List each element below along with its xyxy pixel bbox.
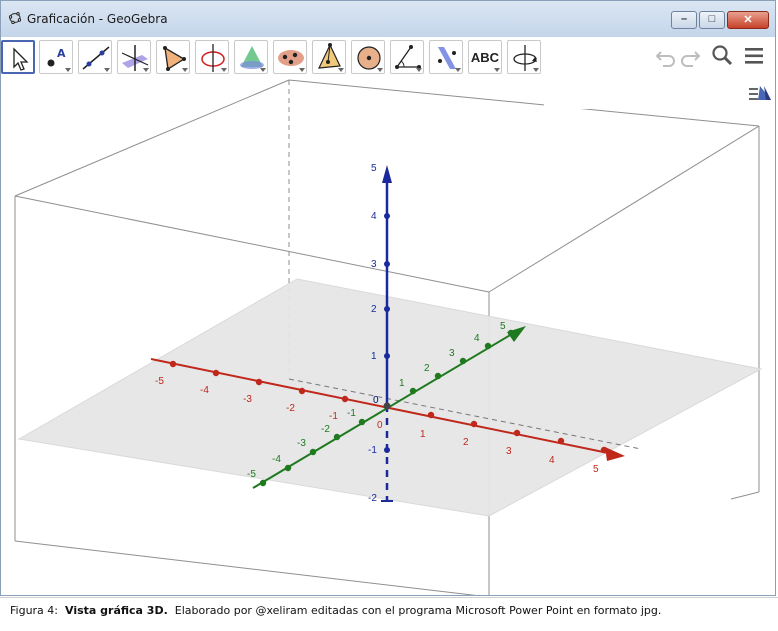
origin-point <box>383 402 391 410</box>
redo-icon[interactable] <box>679 41 701 71</box>
tool-move-button[interactable] <box>1 40 35 74</box>
tool-plane-button[interactable] <box>273 40 307 74</box>
z-axis-arrow-icon <box>382 165 392 183</box>
y-tick-label: -1 <box>347 408 356 419</box>
toolbar: A ABC <box>1 38 775 78</box>
tool-rotate-view-button[interactable] <box>507 40 541 74</box>
window-title: Graficación - GeoGebra <box>27 12 168 26</box>
y-tick-label: 4 <box>474 333 480 344</box>
maximize-icon: □ <box>708 13 716 25</box>
tool-line-button[interactable] <box>78 40 112 74</box>
x-tick-label: -5 <box>155 376 164 387</box>
caption-prefix: Figura 4: <box>10 604 59 617</box>
tool-circle-axis-button[interactable] <box>195 40 229 74</box>
tool-pyramid-button[interactable] <box>312 40 346 74</box>
tool-sphere-button[interactable] <box>351 40 385 74</box>
close-icon: ✕ <box>743 14 753 26</box>
minimize-icon: – <box>680 13 688 25</box>
y-tick-label: 2 <box>424 363 430 374</box>
tool-point-button[interactable]: A <box>39 40 73 74</box>
y-tick-label: -2 <box>321 424 330 435</box>
y-tick-label: 5 <box>500 321 506 332</box>
graphics-3d-view[interactable]: -5 -4 -3 -2 -1 0 1 2 3 4 5 -5 -4 -3 -2 -… <box>1 79 776 596</box>
caption-title: Vista gráfica 3D. <box>65 604 168 617</box>
title-bar[interactable]: Graficación - GeoGebra – □ ✕ <box>1 1 775 37</box>
y-tick-label: -3 <box>297 438 306 449</box>
z-tick-label: 5 <box>371 163 377 174</box>
menu-icon[interactable] <box>742 41 766 71</box>
x-tick-label: 1 <box>420 429 426 440</box>
y-tick-label: -4 <box>272 454 281 465</box>
xy-plane <box>17 278 763 517</box>
x-tick-label: 2 <box>463 437 469 448</box>
z-tick-label: 4 <box>371 211 377 222</box>
z-tick-label: -2 <box>368 493 377 504</box>
tool-angle-button[interactable] <box>390 40 424 74</box>
move-arrow-icon <box>13 47 29 71</box>
z-tick-label: 3 <box>371 259 377 270</box>
caption-text: Elaborado por @xeliram editadas con el p… <box>174 604 662 617</box>
tool-polygon-button[interactable] <box>156 40 190 74</box>
tool-perpendicular-button[interactable] <box>117 40 151 74</box>
x-tick-label: 5 <box>593 464 599 475</box>
z-tick-label: 1 <box>371 351 377 362</box>
x-axis-arrow-icon <box>605 447 625 461</box>
tool-reflect-button[interactable] <box>429 40 463 74</box>
geogebra-window: Graficación - GeoGebra – □ ✕ A ABC -5 -4… <box>0 0 776 596</box>
x-tick-label: -1 <box>329 411 338 422</box>
x-tick-label: 3 <box>506 446 512 457</box>
z-tick-label: 0 <box>373 395 379 406</box>
z-tick-label: -1 <box>368 445 377 456</box>
style-bar-panel <box>544 79 775 109</box>
window-controls: – □ ✕ <box>669 11 769 29</box>
x-tick-label: 0 <box>377 420 383 431</box>
x-tick-label: -4 <box>200 385 209 396</box>
figure-caption: Figura 4: Vista gráfica 3D. Elaborado po… <box>0 597 778 631</box>
x-tick-label: -3 <box>243 394 252 405</box>
z-tick-label: 2 <box>371 304 377 315</box>
close-button[interactable]: ✕ <box>727 11 769 29</box>
maximize-button[interactable]: □ <box>699 11 725 29</box>
text-tool-icon: ABC <box>470 50 500 65</box>
x-tick-label: 4 <box>549 455 555 466</box>
minimize-button[interactable]: – <box>671 11 697 29</box>
tool-text-button[interactable]: ABC <box>468 40 502 74</box>
tool-intersect-button[interactable] <box>234 40 268 74</box>
x-tick-label: -2 <box>286 403 295 414</box>
caption-line: Figura 4: Vista gráfica 3D. Elaborado po… <box>10 604 661 617</box>
y-tick-label: -5 <box>247 469 256 480</box>
search-icon[interactable] <box>710 41 734 71</box>
svg-text:A: A <box>57 47 66 60</box>
geogebra-app-icon <box>9 12 21 24</box>
y-tick-label: 3 <box>449 348 455 359</box>
undo-icon[interactable] <box>655 41 677 71</box>
y-tick-label: 1 <box>399 378 405 389</box>
